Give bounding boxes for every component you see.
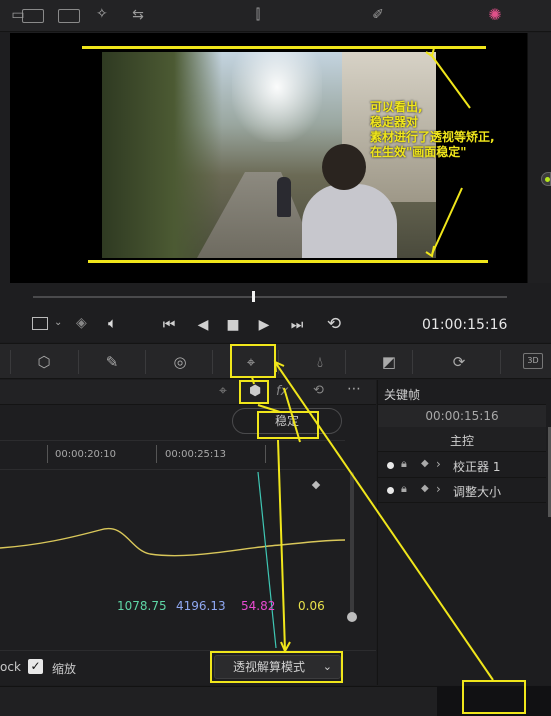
pan-value: 1078.75	[117, 599, 167, 613]
keyframe-time-bar: 00:00:15:16	[378, 404, 546, 427]
viewer-mode-icon[interactable]	[32, 317, 48, 330]
tracker-subtoolbar: ⌖ ⬢ fx ⟲ ⋯	[0, 380, 376, 405]
scrubber-handle[interactable]	[252, 291, 255, 302]
color-page-icon[interactable]: ✺	[483, 5, 507, 25]
lock-icon[interactable]: 🔒︎	[401, 482, 407, 496]
annotation-top-line	[82, 46, 486, 49]
fx-icon[interactable]: fx	[276, 384, 288, 399]
annotation-note: 可以看出, 稳定器对 素材进行了透视等矫正, 在生效"画面稳定"	[370, 100, 495, 159]
tilt-value: 4196.13	[176, 599, 226, 613]
eyedropper-icon[interactable]: ✎	[101, 352, 123, 372]
keyframe-diamond-icon[interactable]: ◆	[421, 483, 429, 494]
tracking-graph[interactable]	[0, 470, 345, 650]
keyframe-time: 00:00:15:16	[425, 409, 499, 423]
expand-arrow-icon[interactable]: ›	[436, 482, 441, 496]
layers-icon[interactable]: ◈	[76, 315, 87, 331]
lock-icon[interactable]: 🔒︎	[401, 457, 407, 471]
timeline-ruler[interactable]: 00:00:20:10 00:00:25:13	[0, 440, 345, 470]
hsl-wheel-icon[interactable]: ⬡	[33, 352, 55, 372]
node-connector-icon[interactable]	[541, 172, 551, 186]
keyframe-diamond-icon[interactable]: ◆	[421, 458, 429, 469]
graph-scrollbar[interactable]	[350, 472, 354, 618]
loop-button[interactable]: ⟲	[323, 314, 345, 334]
stabilizer-cube-icon[interactable]: ⬢	[249, 383, 261, 399]
color-page-active	[437, 686, 551, 716]
edit-page-icon[interactable]: ⇆	[126, 5, 150, 25]
grid-view-icon[interactable]	[58, 9, 80, 23]
sun-glare	[232, 52, 322, 142]
viewer-timecode: 01:00:15:16	[422, 317, 508, 333]
expand-arrow-icon[interactable]: ›	[436, 457, 441, 471]
chevron-down-icon[interactable]: ⌄	[54, 317, 62, 328]
keyframe-master-row[interactable]: 主控	[378, 427, 546, 452]
lock-label: ock	[0, 660, 21, 674]
play-button[interactable]: ▶	[253, 315, 275, 335]
viewer-toolbar: ✧	[0, 0, 551, 32]
woman-figure	[302, 144, 397, 258]
jump-start-button[interactable]: ⏮	[158, 315, 180, 335]
three-d-icon[interactable]: 3D	[523, 353, 543, 369]
rotate-value: 0.06	[298, 599, 325, 613]
more-options-icon[interactable]: ⋯	[347, 381, 362, 397]
keyframes-title: 关键帧	[384, 388, 421, 402]
chevron-down-icon: ⌄	[322, 660, 332, 673]
scrubber-track[interactable]	[33, 296, 507, 298]
annotation-bottom-line	[88, 260, 488, 263]
speaker-icon[interactable]: 🔈︎	[108, 314, 117, 332]
palette-bar: ⬡ ✎ ◎ ⌖ 💧︎ ◩ ⟳ 3D	[0, 343, 551, 379]
history-icon[interactable]: ⟲	[313, 383, 324, 398]
keyframe-row-label: 调整大小	[453, 485, 502, 499]
reverse-play-button[interactable]: ◀	[192, 315, 214, 335]
keyframe-master-label: 主控	[449, 434, 474, 448]
zoom-label: 缩放	[52, 662, 77, 676]
solve-mode-value: 透视解算模式	[233, 660, 306, 674]
zoom-checkbox[interactable]: ✓	[28, 659, 43, 674]
zoom-value: 54.82	[241, 599, 276, 613]
sizing-icon[interactable]: ⟳	[448, 352, 470, 372]
keyframe-row-label: 校正器 1	[453, 460, 501, 474]
media-page-icon[interactable]: ▭	[6, 5, 30, 25]
stabilize-button[interactable]: 稳定	[232, 408, 342, 434]
window-icon[interactable]: ◎	[169, 352, 191, 372]
keyframe-row-corrector[interactable]: 🔒︎ ◆ › 校正器 1	[378, 453, 546, 478]
ruler-time-2: 00:00:25:13	[165, 449, 227, 460]
key-icon[interactable]: ◩	[378, 352, 400, 372]
ruler-time-1: 00:00:20:10	[55, 449, 117, 460]
jump-end-button[interactable]: ⏭	[286, 315, 308, 335]
solve-mode-dropdown[interactable]: 透视解算模式 ⌄	[214, 655, 341, 679]
magic-wand-icon[interactable]: ✧	[96, 6, 108, 22]
trees-area	[102, 52, 222, 258]
stop-button[interactable]: ■	[222, 315, 244, 335]
keyframe-row-sizing[interactable]: 🔒︎ ◆ › 调整大小	[378, 478, 546, 503]
fusion-page-icon[interactable]: ✐	[366, 5, 390, 25]
crosshair-icon[interactable]: ⌖	[219, 383, 227, 399]
blur-icon[interactable]: 💧︎	[309, 352, 331, 372]
tracker-icon[interactable]: ⌖	[240, 352, 262, 372]
cut-page-icon[interactable]: ⫿	[246, 5, 270, 25]
child-figure	[277, 177, 291, 217]
graph-scroll-handle[interactable]	[347, 612, 357, 622]
